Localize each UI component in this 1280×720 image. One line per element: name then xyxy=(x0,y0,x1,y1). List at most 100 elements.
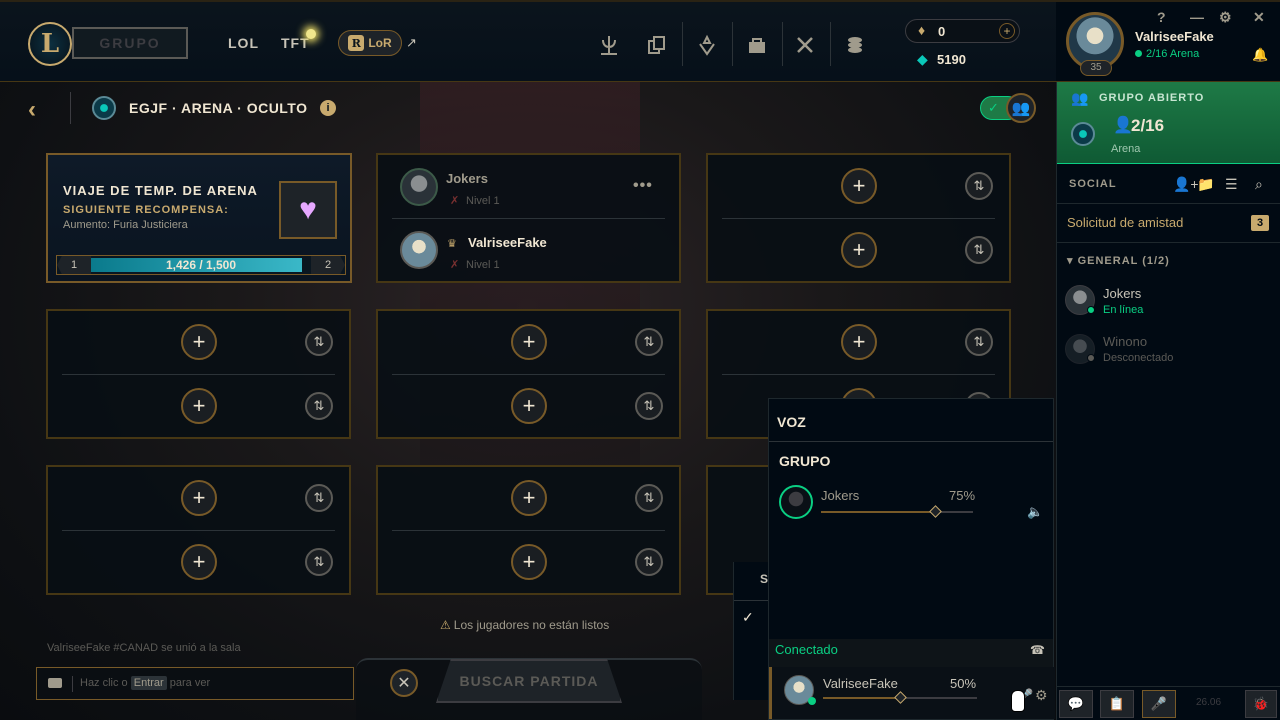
invite-slot-button[interactable]: + xyxy=(181,544,217,580)
bug-report-icon[interactable]: 🐞 xyxy=(1245,690,1277,718)
invite-slot-button[interactable]: + xyxy=(511,388,547,424)
more-options-icon[interactable]: ••• xyxy=(633,177,653,195)
swap-position-icon[interactable]: ⇅ xyxy=(965,236,993,264)
back-chevron-icon[interactable]: ‹ xyxy=(28,96,36,124)
invite-slot-button[interactable]: + xyxy=(511,544,547,580)
check-icon[interactable]: ✓ xyxy=(742,609,754,626)
friend-name[interactable]: Jokers xyxy=(1103,286,1141,301)
social-divider xyxy=(1057,203,1280,204)
swap-position-icon[interactable]: ⇅ xyxy=(635,392,663,420)
volume-slider[interactable] xyxy=(821,505,973,518)
swap-position-icon[interactable]: ⇅ xyxy=(305,328,333,356)
summoner-status-text: 2/16 Arena xyxy=(1146,48,1200,60)
avatar[interactable] xyxy=(400,168,438,206)
nav-tft[interactable]: TFT xyxy=(281,35,310,51)
summoner-status[interactable]: 2/16 Arena xyxy=(1135,48,1199,60)
swap-position-icon[interactable]: ⇅ xyxy=(635,484,663,512)
invite-slot-button[interactable]: + xyxy=(841,324,877,360)
avatar[interactable] xyxy=(400,231,438,269)
rank-icon: ✗ xyxy=(450,259,460,271)
voice-icon[interactable]: 🎤 xyxy=(1142,690,1176,718)
swap-position-icon[interactable]: ⇅ xyxy=(305,548,333,576)
voice-participant-volume: 75% xyxy=(949,488,976,503)
info-icon[interactable]: i xyxy=(320,100,336,116)
loot-icon[interactable] xyxy=(692,30,722,60)
check-icon: ✓ xyxy=(988,100,999,115)
speaker-icon[interactable]: 🔈 xyxy=(1027,504,1043,520)
invite-slot-button[interactable]: + xyxy=(511,480,547,516)
warning-icon: ⚠ xyxy=(440,618,451,632)
swap-position-icon[interactable]: ⇅ xyxy=(965,328,993,356)
lor-button[interactable]: R LoR xyxy=(338,30,402,56)
minimize-icon[interactable]: — xyxy=(1190,9,1204,25)
settings-icon[interactable]: ⚙ xyxy=(1219,9,1232,26)
chat-icon[interactable]: 💬 xyxy=(1059,690,1093,718)
missions-icon[interactable]: 📋 xyxy=(1100,690,1134,718)
volume-slider-knob[interactable] xyxy=(894,691,907,704)
friend-requests-link[interactable]: Solicitud de amistad xyxy=(1067,215,1183,230)
chat-bubble-icon xyxy=(48,678,62,688)
help-icon[interactable]: ? xyxy=(1157,9,1166,25)
voice-divider xyxy=(769,441,1053,442)
lobby-status-card[interactable]: 👥 GRUPO ABIERTO 👤 2/16 Arena xyxy=(1057,82,1280,164)
reward-heart-icon: ♥ xyxy=(279,181,337,239)
invite-friends-icon[interactable]: 👥 xyxy=(1006,93,1036,123)
chat-placeholder-a: Haz clic o xyxy=(80,677,128,689)
invite-slot-button[interactable]: + xyxy=(181,388,217,424)
collection-icon[interactable] xyxy=(642,30,672,60)
disconnect-voice-icon[interactable]: ☎ xyxy=(1030,643,1045,657)
find-match-button[interactable]: BUSCAR PARTIDA xyxy=(436,659,622,703)
header-divider xyxy=(70,92,71,124)
swap-position-icon[interactable]: ⇅ xyxy=(965,172,993,200)
avatar xyxy=(779,485,813,519)
swap-position-icon[interactable]: ⇅ xyxy=(635,328,663,356)
swap-position-icon[interactable]: ⇅ xyxy=(635,548,663,576)
arena-pass-card[interactable]: VIAJE DE TEMP. DE ARENA SIGUIENTE RECOMP… xyxy=(46,153,352,283)
list-view-icon[interactable]: ☰ xyxy=(1225,176,1238,193)
friend-group-header[interactable]: ▾ GENERAL (1/2) xyxy=(1067,254,1170,267)
league-logo[interactable]: L xyxy=(28,22,72,66)
volume-slider-knob[interactable] xyxy=(929,505,942,518)
voice-self-name: ValriseeFake xyxy=(823,676,898,691)
search-icon[interactable]: ⌕ xyxy=(1255,176,1263,193)
mouse-cursor xyxy=(1011,690,1025,712)
gear-icon[interactable]: ⚙ xyxy=(1035,687,1048,704)
trophy-icon[interactable] xyxy=(594,30,624,60)
invite-slot-button[interactable]: + xyxy=(841,232,877,268)
volume-slider-fill xyxy=(823,697,900,699)
nav-lol[interactable]: LOL xyxy=(228,35,259,51)
voice-self-volume: 50% xyxy=(950,676,977,691)
bell-icon[interactable]: 🔔 xyxy=(1252,47,1268,63)
member-name[interactable]: Jokers xyxy=(446,171,488,186)
row-divider xyxy=(722,374,995,375)
online-dot xyxy=(1135,50,1142,57)
invite-slot-button[interactable]: + xyxy=(841,168,877,204)
tools-icon[interactable] xyxy=(790,30,820,60)
currency-exchange-icon[interactable] xyxy=(840,30,870,60)
voice-title: VOZ xyxy=(777,414,806,430)
toolbar-divider xyxy=(682,22,683,66)
pass-title: VIAJE DE TEMP. DE ARENA xyxy=(63,183,258,198)
store-icon[interactable] xyxy=(742,30,772,60)
rp-value: 0 xyxy=(938,24,946,39)
play-button[interactable]: GRUPO xyxy=(72,27,188,59)
swap-position-icon[interactable]: ⇅ xyxy=(305,484,333,512)
friend-name[interactable]: Winono xyxy=(1103,334,1147,349)
buy-rp-button[interactable]: + xyxy=(999,23,1015,39)
chat-input[interactable]: Haz clic o Entrar para ver xyxy=(36,667,354,700)
tft-notification-glow xyxy=(306,29,316,39)
invite-slot-button[interactable]: + xyxy=(181,480,217,516)
invite-slot-button[interactable]: + xyxy=(511,324,547,360)
swap-position-icon[interactable]: ⇅ xyxy=(305,392,333,420)
voice-panel: VOZ GRUPO Jokers 75% 🔈 Conectado ☎ Valri… xyxy=(768,398,1055,720)
volume-slider[interactable] xyxy=(823,691,977,704)
invite-slot-button[interactable]: + xyxy=(181,324,217,360)
profile-area: 35 ValriseeFake 2/16 Arena ? — ⚙ ✕ 🔔 xyxy=(1056,0,1280,82)
member-name[interactable]: ValriseeFake xyxy=(468,235,547,250)
add-friend-icon[interactable]: 👤+ xyxy=(1173,176,1199,193)
close-icon[interactable]: ✕ xyxy=(1253,9,1265,26)
team-panel-2: + ⇅ + ⇅ xyxy=(706,153,1011,283)
partial-dropdown-panel: S ✓ xyxy=(733,562,769,700)
add-folder-icon[interactable]: 📁 xyxy=(1197,176,1214,193)
leave-lobby-button[interactable]: ✕ xyxy=(390,669,418,697)
